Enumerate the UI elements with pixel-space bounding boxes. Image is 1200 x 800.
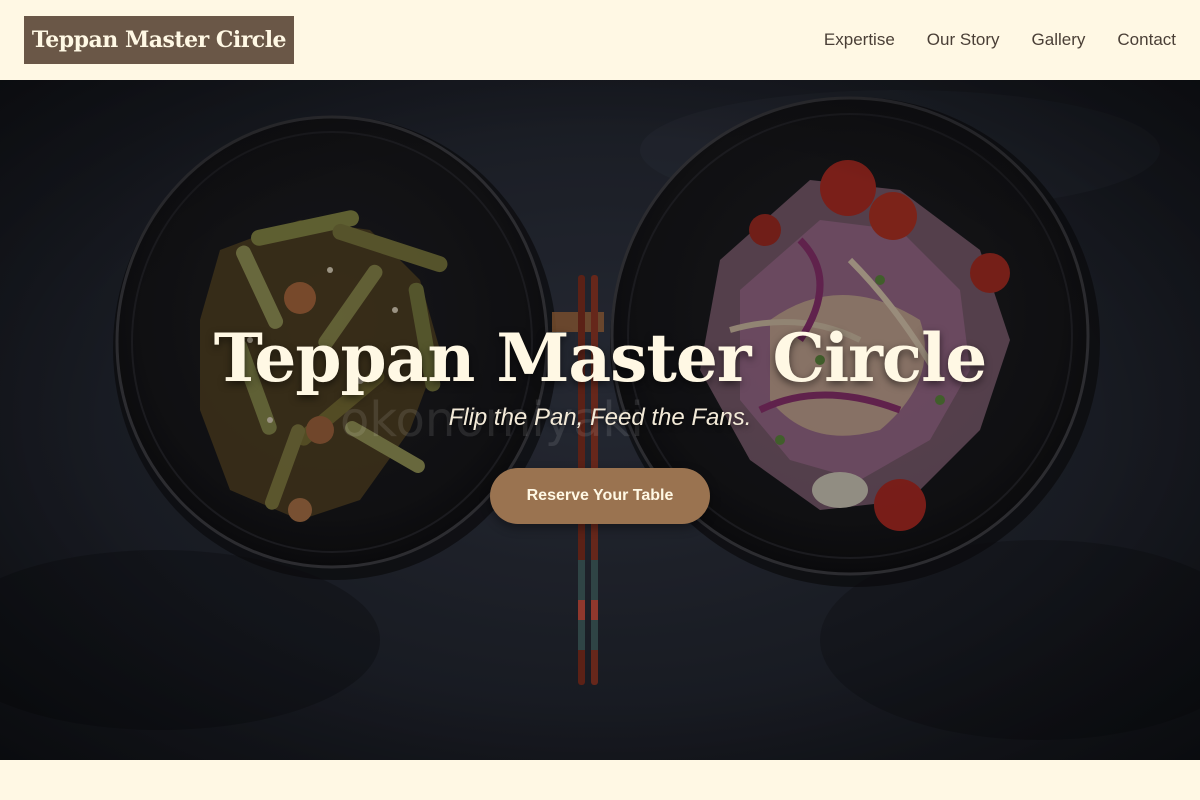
page: Teppan Master Circle Expertise Our Story… (0, 0, 1200, 800)
hero-section: okonomiyaki Teppan Master Circle Flip th… (0, 80, 1200, 760)
site-logo[interactable]: Teppan Master Circle (24, 16, 294, 64)
nav-link-our-story[interactable]: Our Story (927, 30, 1000, 50)
site-header: Teppan Master Circle Expertise Our Story… (0, 0, 1200, 80)
hero-tagline: Flip the Pan, Feed the Fans. (448, 404, 752, 431)
reserve-table-button[interactable]: Reserve Your Table (490, 468, 710, 524)
hero-content: Teppan Master Circle Flip the Pan, Feed … (0, 80, 1200, 760)
next-section-edge (0, 760, 1200, 800)
nav-link-contact[interactable]: Contact (1117, 30, 1176, 50)
nav-link-expertise[interactable]: Expertise (824, 30, 895, 50)
main-nav: Expertise Our Story Gallery Contact (824, 0, 1176, 80)
hero-title: Teppan Master Circle (213, 319, 987, 397)
nav-link-gallery[interactable]: Gallery (1032, 30, 1086, 50)
